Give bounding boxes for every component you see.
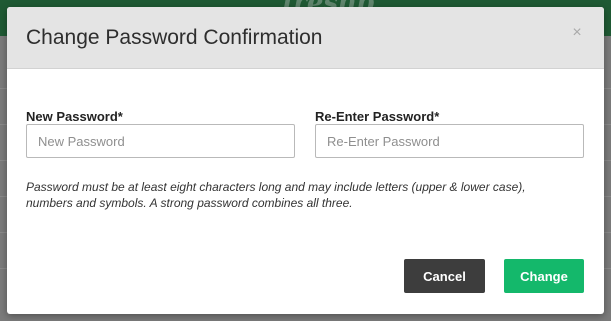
new-password-label: New Password* [26, 109, 123, 124]
change-password-dialog: Change Password Confirmation × New Passw… [7, 7, 604, 314]
password-requirements-hint: Password must be at least eight characte… [26, 180, 526, 210]
dialog-title: Change Password Confirmation [26, 26, 323, 49]
reenter-password-input[interactable] [315, 124, 584, 158]
dialog-header: Change Password Confirmation × [7, 7, 604, 69]
change-button[interactable]: Change [504, 259, 584, 293]
cancel-button[interactable]: Cancel [404, 259, 485, 293]
new-password-input[interactable] [26, 124, 295, 158]
reenter-password-label: Re-Enter Password* [315, 109, 440, 124]
close-icon[interactable]: × [570, 25, 584, 41]
